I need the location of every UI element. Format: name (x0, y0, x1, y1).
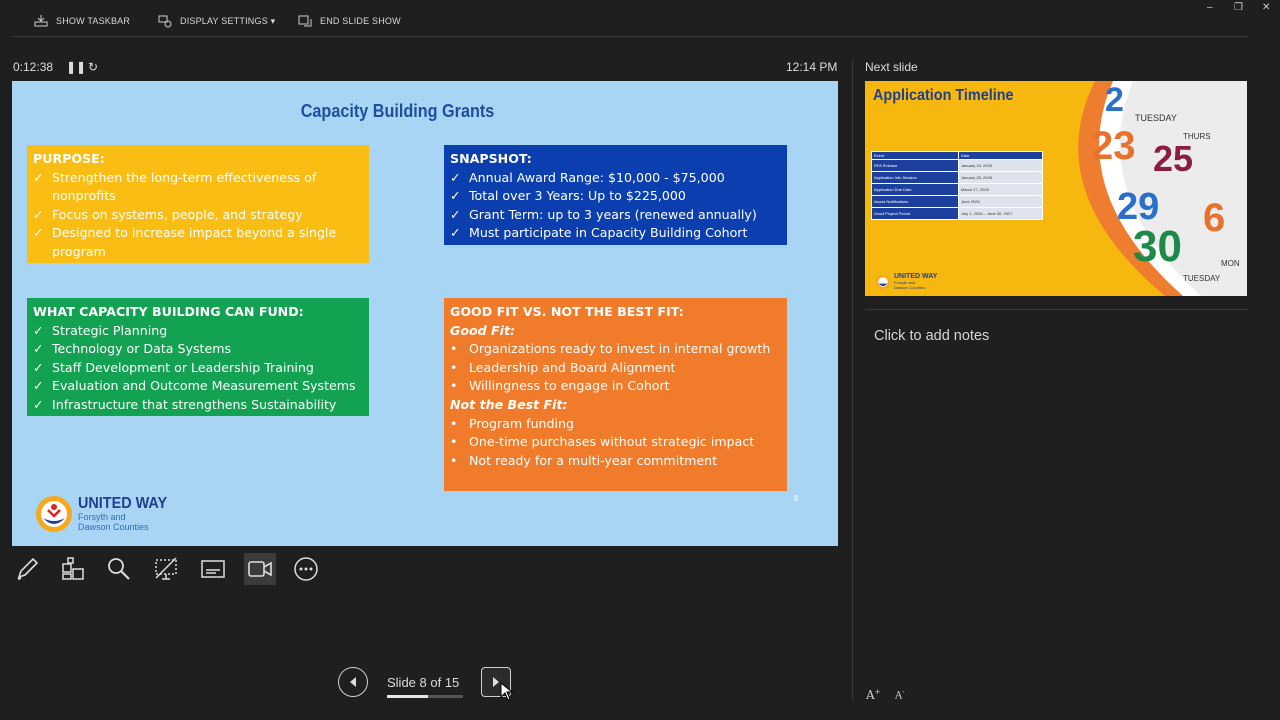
fund-heading: WHAT CAPACITY BUILDING CAN FUND: (33, 304, 304, 319)
list-item: • Organizations ready to invest in intern… (450, 341, 771, 357)
united-way-logo-icon (875, 274, 891, 289)
list-item: ✓ Annual Award Range: $10,000 - $75,000 (450, 169, 725, 185)
slide-counter[interactable]: Slide 8 of 15 (387, 675, 459, 690)
list-item: • Leadership and Board Alignment (450, 359, 676, 375)
svg-text:2: 2 (1105, 81, 1124, 119)
pen-tool-button[interactable] (11, 553, 43, 585)
not-best-fit-label: Not the Best Fit: (450, 396, 568, 412)
list-item: ✓ Technology or Data Systems (33, 341, 232, 357)
next-slide-thumbnail[interactable]: 2 TUESDAY 23 25 29 30 6 TUESDAY MON THUR… (865, 81, 1247, 296)
taskbar-icon (34, 15, 48, 27)
grid-icon (62, 557, 84, 580)
notes-divider (865, 309, 1248, 310)
display-settings-icon (158, 15, 172, 28)
decrease-font-button[interactable]: A- (895, 688, 905, 701)
fund-box: WHAT CAPACITY BUILDING CAN FUND: ✓ Strate… (27, 298, 369, 416)
purpose-box: PURPOSE: ✓ Strengthen the long-term effec… (27, 145, 369, 263)
list-item: ✓ Must participate in Capacity Building C… (450, 225, 748, 241)
current-slide[interactable]: Capacity Building Grants PURPOSE: ✓ Stren… (12, 81, 838, 546)
snapshot-heading: SNAPSHOT: (450, 151, 532, 166)
svg-text:TUESDAY: TUESDAY (1183, 274, 1221, 283)
mouse-cursor-icon (500, 682, 514, 701)
good-fit-label: Good Fit: (450, 322, 516, 338)
svg-text:MON: MON (1221, 259, 1240, 268)
close-button[interactable]: ✕ (1262, 2, 1270, 13)
next-slide-title: Application Timeline (873, 87, 1014, 104)
table-row: Grant Project Period July 1, 2026 – June … (871, 207, 1043, 220)
svg-text:23: 23 (1091, 124, 1136, 168)
united-way-logo-icon (36, 496, 72, 532)
timeline-table: Event Date RFA Release January 15, 2026 Ap… (871, 151, 1043, 220)
slide-progress-fill (387, 695, 428, 698)
screen-off-icon (155, 557, 177, 580)
fit-box: GOOD FIT VS. NOT THE BEST FIT: Good Fit:… (444, 298, 787, 491)
next-slide-label: Next slide (865, 60, 918, 74)
united-way-logo: UNITED WAY Forsyth and Dawson Counties (34, 494, 177, 534)
magnifier-icon (108, 558, 130, 580)
clock: 12:14 PM (786, 60, 838, 74)
see-all-slides-button[interactable] (57, 553, 89, 585)
black-screen-button[interactable] (150, 553, 182, 585)
more-options-button[interactable] (290, 553, 322, 585)
speaker-notes[interactable]: Click to add notes (874, 328, 989, 344)
svg-text:THURS: THURS (1183, 132, 1211, 141)
svg-text:TUESDAY: TUESDAY (1135, 113, 1177, 123)
restart-timer-icon[interactable]: ↻ (88, 60, 98, 74)
list-item: ✓ Strategic Planning (33, 322, 168, 338)
restore-button[interactable]: ❐ (1234, 2, 1243, 13)
end-show-icon (298, 15, 312, 27)
list-item: • One-time purchases without strategic im… (450, 434, 755, 450)
svg-text:25: 25 (1153, 138, 1193, 179)
table-row: Award Notifications June 2026 (871, 195, 1043, 208)
pane-divider (852, 60, 853, 700)
pen-icon (17, 557, 39, 580)
subtitles-button[interactable] (197, 553, 229, 585)
list-item: ✓ Focus on systems, people, and strategy (33, 206, 303, 222)
zoom-button[interactable] (103, 553, 135, 585)
fit-heading: GOOD FIT VS. NOT THE BEST FIT: (450, 304, 684, 319)
slide-page-number: 8 (794, 494, 799, 503)
toolbar-divider (12, 36, 1248, 37)
svg-text:6: 6 (1203, 196, 1225, 240)
list-item: ✓ Infrastructure that strengthens Sustain… (33, 396, 337, 412)
list-item: ✓ Total over 3 Years: Up to $225,000 (450, 188, 686, 204)
slide-title: Capacity Building Grants (300, 101, 495, 121)
list-item: ✓ Grant Term: up to 3 years (renewed annu… (450, 206, 757, 222)
slide-progress-bar (387, 695, 463, 698)
pause-icon[interactable]: ❚❚ (66, 60, 86, 74)
camera-icon (248, 561, 272, 577)
table-row: RFA Release January 15, 2026 (871, 159, 1043, 172)
display-settings-button[interactable]: DISPLAY SETTINGS ▾ (158, 14, 275, 28)
end-slide-show-button[interactable]: END SLIDE SHOW (298, 14, 401, 28)
list-item: • Willingness to engage in Cohort (450, 378, 670, 394)
svg-text:30: 30 (1133, 222, 1182, 271)
list-item: ✓ Strengthen the long-term effectiveness … (33, 169, 317, 204)
list-item: • Not ready for a multi-year commitment (450, 452, 718, 468)
show-taskbar-button[interactable]: SHOW TASKBAR (34, 14, 130, 28)
more-icon (294, 557, 318, 581)
arrow-left-icon (350, 677, 356, 687)
thumb-logo: UNITED WAY Forsyth and Dawson Counties (875, 273, 937, 290)
subtitles-icon (201, 560, 225, 578)
snapshot-box: SNAPSHOT: ✓ Annual Award Range: $10,000 -… (444, 145, 787, 245)
previous-slide-button[interactable] (338, 667, 368, 697)
list-item: ✓ Staff Development or Leadership Trainin… (33, 359, 314, 375)
list-item: • Program funding (450, 415, 575, 431)
list-item: ✓ Evaluation and Outcome Measurement Syst… (33, 378, 356, 394)
table-row: Application Due Date March 27, 2026 (871, 183, 1043, 196)
elapsed-timer: 0:12:38 (13, 60, 54, 74)
minimize-button[interactable]: ‒ (1207, 2, 1213, 13)
purpose-heading: PURPOSE: (33, 151, 105, 166)
increase-font-button[interactable]: A+ (866, 688, 881, 702)
list-item: ✓ Designed to increase impact beyond a si… (33, 225, 337, 259)
table-row: Application Info Session January 28, 2026 (871, 171, 1043, 184)
camera-button[interactable] (244, 553, 276, 585)
